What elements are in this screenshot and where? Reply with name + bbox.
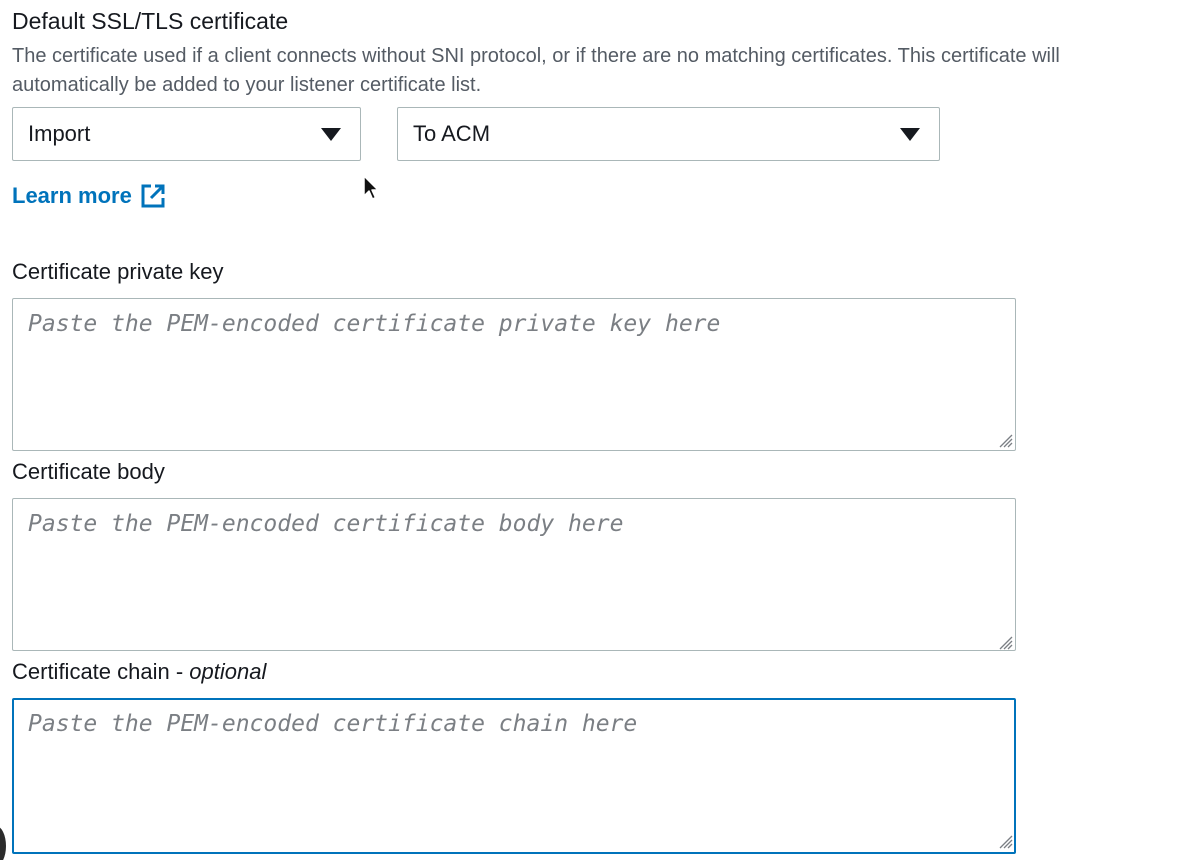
learn-more-label: Learn more [12, 183, 132, 208]
resize-grip-icon[interactable] [997, 634, 1013, 650]
caret-down-icon [900, 128, 920, 141]
external-link-icon [141, 184, 165, 208]
certificate-destination-select[interactable]: To ACM [397, 107, 940, 161]
certificate-chain-label: Certificate chain - optional [12, 659, 267, 684]
section-description: The certificate used if a client connect… [12, 45, 1060, 96]
resize-grip-icon[interactable] [997, 432, 1013, 448]
optional-marker: optional [189, 659, 267, 684]
certificate-source-value: Import [28, 121, 91, 146]
private-key-textarea[interactable] [12, 298, 1016, 451]
learn-more-link[interactable]: Learn more [12, 183, 166, 209]
certificate-chain-textarea[interactable] [12, 698, 1016, 854]
certificate-destination-value: To ACM [413, 121, 491, 146]
certificate-source-select[interactable]: Import [12, 107, 361, 161]
section-title: Default SSL/TLS certificate [12, 8, 289, 34]
caret-down-icon [321, 128, 341, 141]
mouse-cursor-icon [363, 175, 379, 200]
certificate-body-label: Certificate body [12, 459, 165, 484]
certificate-body-textarea[interactable] [12, 498, 1016, 651]
overlay-corner-shape [0, 826, 6, 860]
resize-grip-icon[interactable] [997, 833, 1013, 849]
private-key-label: Certificate private key [12, 259, 224, 284]
